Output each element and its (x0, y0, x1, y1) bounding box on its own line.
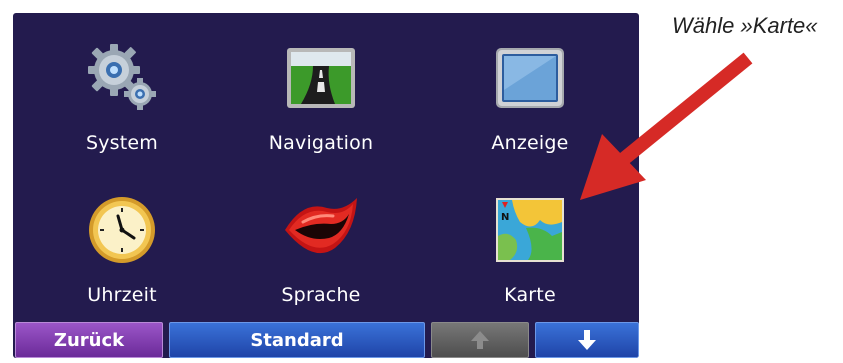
annotation-text: Wähle »Karte« (672, 13, 818, 38)
menu-item-label: Karte (504, 284, 556, 306)
road-icon (287, 48, 355, 108)
menu-item-label: Uhrzeit (87, 284, 157, 306)
arrow-down-icon (578, 330, 596, 350)
scroll-down-button[interactable] (535, 322, 639, 358)
bottom-toolbar: Zurück Standard (13, 322, 639, 358)
arrow-up-icon (471, 331, 489, 349)
scroll-up-button[interactable] (431, 322, 529, 358)
settings-menu-grid: System Navigation Anzeige Uhrzeit Sprach… (13, 13, 639, 318)
clock-icon (89, 197, 155, 263)
menu-item-label: System (85, 132, 159, 154)
display-icon (496, 48, 564, 108)
back-button[interactable]: Zurück (15, 322, 163, 358)
gears-icon (88, 44, 156, 110)
annotation-arrow-icon (580, 52, 753, 200)
menu-item-time[interactable]: Uhrzeit (37, 175, 207, 320)
menu-item-navigation[interactable]: Navigation (236, 23, 406, 168)
lips-icon (285, 198, 357, 254)
menu-item-system[interactable]: System (37, 23, 207, 168)
map-icon: N (496, 198, 564, 262)
menu-item-label: Sprache (281, 284, 361, 306)
default-button[interactable]: Standard (169, 322, 425, 358)
svg-text:N: N (501, 212, 509, 223)
menu-item-label: Navigation (268, 132, 374, 154)
device-screen: System Navigation Anzeige Uhrzeit Sprach… (13, 13, 639, 358)
menu-item-language[interactable]: Sprache (236, 175, 406, 320)
menu-item-label: Anzeige (491, 132, 569, 154)
